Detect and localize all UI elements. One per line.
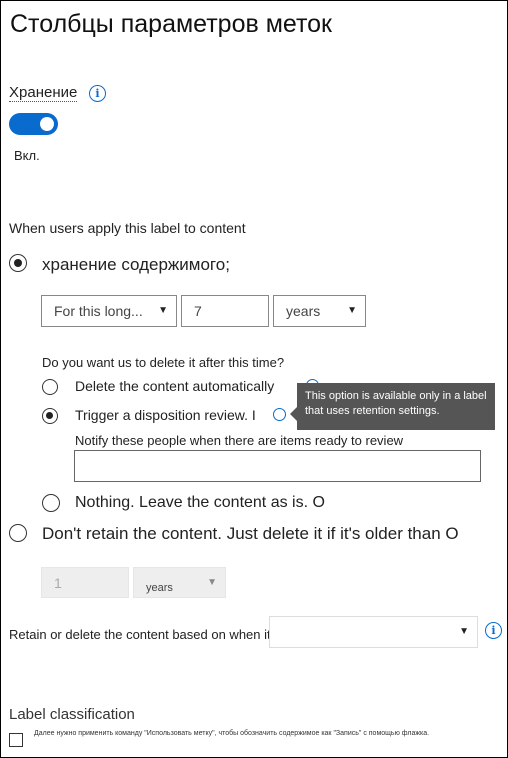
period-value-text: 7 bbox=[194, 303, 202, 319]
delete-question-label: Do you want us to delete it after this t… bbox=[42, 355, 285, 370]
dont-retain-label: Don't retain the content. Just delete it… bbox=[42, 524, 459, 543]
delete-unit-select[interactable]: years ▼ bbox=[133, 567, 226, 598]
record-checkbox[interactable] bbox=[9, 733, 23, 747]
info-icon[interactable] bbox=[273, 408, 286, 421]
info-icon[interactable]: i bbox=[89, 85, 106, 102]
disposition-review-label: Trigger a disposition review. I bbox=[75, 407, 256, 423]
nothing-radio[interactable] bbox=[42, 494, 60, 512]
toggle-knob bbox=[40, 117, 54, 131]
period-select-value: For this long... bbox=[54, 303, 143, 319]
period-value-input[interactable]: 7 bbox=[181, 295, 269, 327]
based-on-select[interactable]: ▼ bbox=[269, 616, 478, 648]
notify-people-input[interactable] bbox=[74, 450, 481, 482]
info-icon[interactable]: i bbox=[485, 622, 502, 639]
period-select[interactable]: For this long... ▼ bbox=[41, 295, 177, 327]
record-checkbox-label: Далее нужно применить команду "Использов… bbox=[34, 730, 430, 737]
unit-select[interactable]: years ▼ bbox=[273, 295, 366, 327]
delete-unit-value: years bbox=[146, 582, 173, 594]
apply-section-label: When users apply this label to content bbox=[9, 220, 246, 236]
delete-value-text: 1 bbox=[54, 575, 62, 591]
chevron-down-icon: ▼ bbox=[347, 305, 357, 316]
retention-toggle[interactable] bbox=[9, 113, 58, 135]
notify-label: Notify these people when there are items… bbox=[75, 433, 404, 448]
tooltip: This option is available only in a label… bbox=[290, 383, 495, 430]
classification-title: Label classification bbox=[9, 706, 135, 723]
disposition-review-radio[interactable] bbox=[42, 408, 58, 424]
chevron-down-icon: ▼ bbox=[207, 577, 217, 588]
retain-content-radio[interactable] bbox=[9, 254, 27, 272]
page-title: Столбцы параметров меток bbox=[10, 10, 332, 38]
delete-value-input[interactable]: 1 bbox=[41, 567, 129, 598]
dont-retain-radio[interactable] bbox=[9, 524, 27, 542]
nothing-label: Nothing. Leave the content as is. O bbox=[75, 494, 325, 511]
retention-label: Хранение bbox=[9, 84, 78, 102]
retain-content-label: хранение содержимого; bbox=[42, 255, 230, 274]
toggle-state-text: Вкл. bbox=[14, 148, 40, 163]
delete-automatically-radio[interactable] bbox=[42, 379, 58, 395]
chevron-down-icon: ▼ bbox=[459, 626, 469, 637]
unit-select-value: years bbox=[286, 303, 321, 319]
delete-automatically-label: Delete the content automatically bbox=[75, 378, 275, 394]
chevron-down-icon: ▼ bbox=[158, 305, 168, 316]
